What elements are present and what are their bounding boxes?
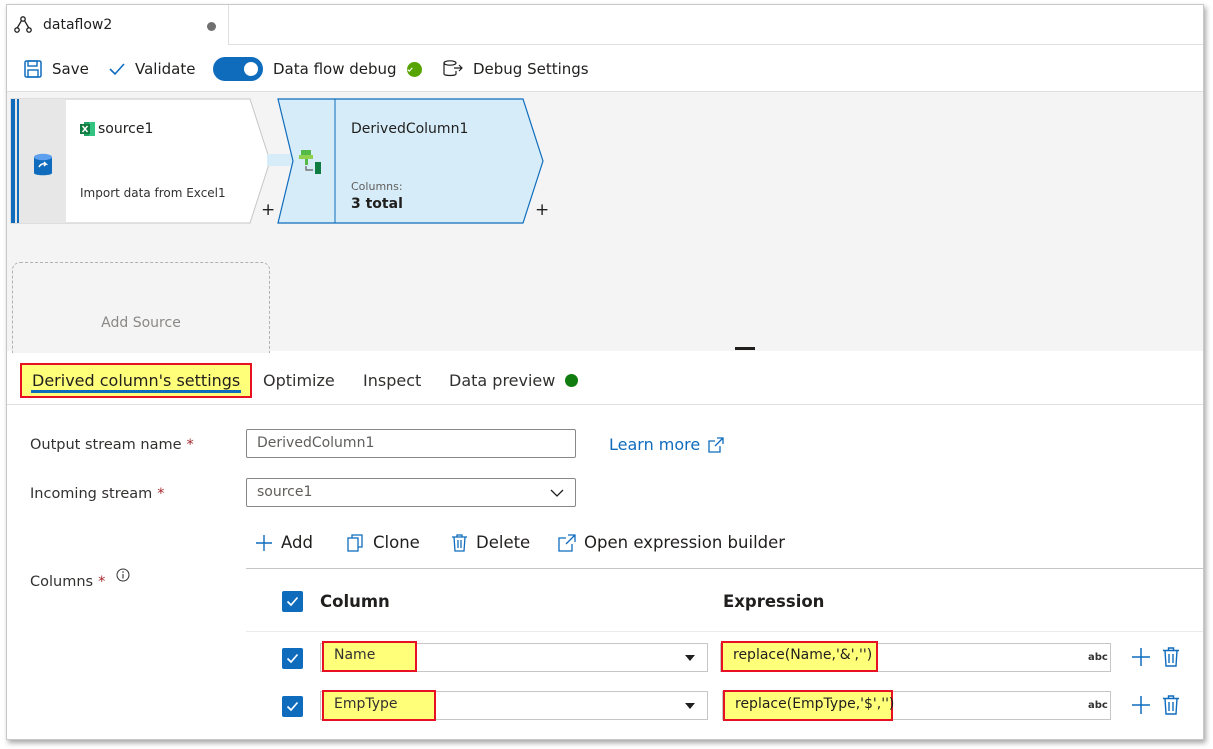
database-icon <box>34 153 52 176</box>
column-value-emptype: EmpType <box>322 690 436 721</box>
output-stream-label-text: Output stream name <box>30 437 182 453</box>
chevron-down-icon <box>550 489 564 497</box>
external-link-icon <box>708 436 724 453</box>
derived-column-node[interactable]: DerivedColumn1 Columns: 3 total <box>277 98 545 224</box>
app-window: dataflow2 Save Validate Data flow debug <box>6 4 1204 740</box>
debug-settings-label: Debug Settings <box>473 60 589 78</box>
trash-icon <box>452 533 467 552</box>
incoming-stream-label-text: Incoming stream <box>30 486 153 502</box>
select-all-checkbox[interactable] <box>282 591 303 612</box>
tab-optimize[interactable]: Optimize <box>263 371 335 390</box>
plus-icon <box>256 534 272 551</box>
output-stream-input[interactable]: DerivedColumn1 <box>246 429 576 458</box>
pane-splitter-handle[interactable] <box>735 347 755 350</box>
open-expression-builder-button[interactable]: Open expression builder <box>558 533 785 552</box>
type-abc-badge: abc <box>1088 652 1108 663</box>
plus-icon[interactable] <box>1131 695 1151 715</box>
tab-derived-column-settings[interactable]: Derived column's settings <box>20 363 253 398</box>
add-button[interactable]: Add <box>255 533 313 552</box>
debug-toggle[interactable]: Data flow debug <box>213 57 422 81</box>
tab-data-preview[interactable]: Data preview <box>449 371 579 390</box>
source-node[interactable]: source1 Import data from Excel1 <box>10 98 271 224</box>
save-label: Save <box>52 60 89 78</box>
tab-title: dataflow2 <box>43 17 113 33</box>
clone-label: Clone <box>373 533 420 552</box>
dropdown-arrow-icon <box>685 655 695 661</box>
save-icon <box>24 60 42 78</box>
dropdown-arrow-icon <box>685 703 695 709</box>
validate-label: Validate <box>135 60 196 78</box>
excel-icon <box>80 122 95 136</box>
tab-dataflow2[interactable]: dataflow2 <box>7 5 229 46</box>
status-ok-icon <box>406 61 422 77</box>
incoming-stream-value: source1 <box>257 484 313 500</box>
open-expression-builder-label: Open expression builder <box>584 533 786 552</box>
tab-data-preview-label: Data preview <box>449 371 556 390</box>
checkmark-icon <box>109 63 125 76</box>
incoming-stream-select[interactable]: source1 <box>246 478 576 507</box>
clone-icon <box>347 533 363 552</box>
document-tab-bar: dataflow2 <box>7 5 1203 46</box>
debug-label: Data flow debug <box>273 60 397 78</box>
incoming-stream-label: Incoming stream * <box>30 486 165 502</box>
derived-node-title: DerivedColumn1 <box>351 121 469 137</box>
unsaved-indicator <box>207 22 216 31</box>
clone-button[interactable]: Clone <box>347 533 420 552</box>
dataflow-canvas[interactable]: source1 Import data from Excel1 + Derive… <box>7 91 1203 362</box>
delete-button[interactable]: Delete <box>451 533 530 552</box>
columns-label: Columns * <box>30 568 130 590</box>
column-value-name: Name <box>322 641 417 672</box>
add-source-button[interactable]: Add Source <box>12 262 270 362</box>
source-node-description: Import data from Excel1 <box>80 186 226 200</box>
dataflow-icon <box>14 16 32 33</box>
required-marker: * <box>157 486 165 502</box>
settings-tabs: Derived column's settings Optimize Inspe… <box>7 353 1203 405</box>
trash-icon[interactable] <box>1162 695 1180 715</box>
expression-header: Expression <box>723 592 825 611</box>
expression-value-emptype: replace(EmpType,'$','') <box>723 690 894 721</box>
toggle-switch[interactable] <box>213 57 263 81</box>
learn-more-label: Learn more <box>609 435 701 454</box>
add-label: Add <box>281 533 313 552</box>
required-marker: * <box>98 574 106 590</box>
trash-icon[interactable] <box>1162 647 1180 667</box>
output-stream-label: Output stream name * <box>30 437 194 453</box>
add-source-label: Add Source <box>101 315 181 331</box>
derived-column-icon <box>299 150 321 174</box>
toolbar: Save Validate Data flow debug Debug Sett… <box>7 45 1203 91</box>
save-button[interactable]: Save <box>23 57 89 81</box>
validate-button[interactable]: Validate <box>108 57 195 81</box>
required-marker: * <box>186 437 194 453</box>
debug-settings-button[interactable]: Debug Settings <box>442 57 589 81</box>
delete-label: Delete <box>476 533 531 552</box>
row-checkbox-name[interactable] <box>282 648 303 669</box>
status-dot <box>565 374 579 387</box>
plus-icon[interactable] <box>1131 647 1151 667</box>
column-header: Column <box>320 592 390 611</box>
source-node-title: source1 <box>98 121 154 137</box>
add-transform-plus-icon[interactable]: + <box>261 200 275 220</box>
derived-node-columns-label: Columns: <box>351 180 403 193</box>
info-icon <box>116 568 130 582</box>
add-transform-plus-icon[interactable]: + <box>535 200 549 220</box>
learn-more-link[interactable]: Learn more <box>609 435 724 454</box>
columns-label-text: Columns <box>30 574 94 590</box>
row-checkbox-emptype[interactable] <box>282 696 303 717</box>
tab-inspect[interactable]: Inspect <box>363 371 421 390</box>
columns-grid-header: Column Expression <box>246 568 1203 632</box>
debug-settings-icon <box>443 60 463 77</box>
external-link-icon <box>558 533 576 552</box>
properties-pane: Derived column's settings Optimize Inspe… <box>7 353 1203 739</box>
derived-node-columns-count: 3 total <box>351 196 403 212</box>
expression-value-name: replace(Name,'&','') <box>721 641 878 672</box>
type-abc-badge: abc <box>1088 700 1108 711</box>
